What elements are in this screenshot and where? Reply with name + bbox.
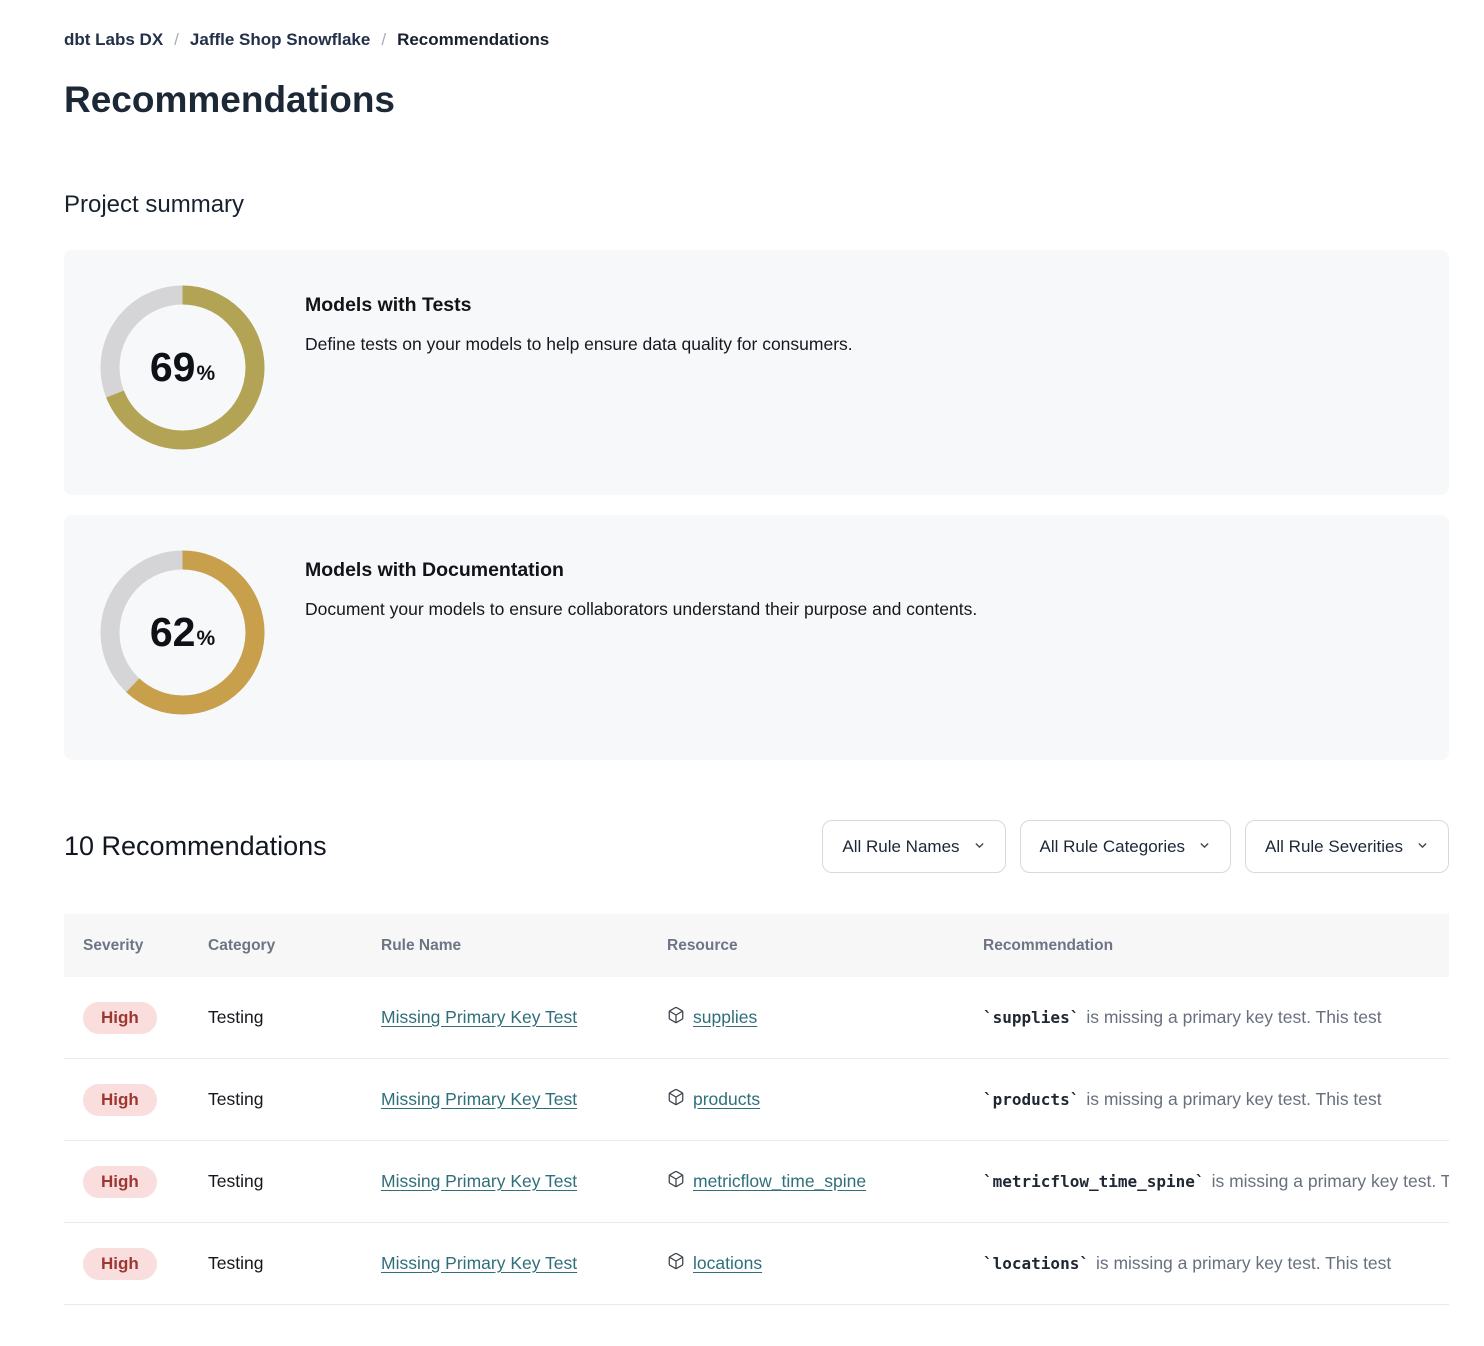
recommendations-table: Severity Category Rule Name Resource Rec… — [64, 914, 1449, 1305]
donut-percent-value: 62 — [150, 612, 196, 653]
column-header-rule-name: Rule Name — [381, 937, 667, 955]
severity-badge: High — [83, 1166, 157, 1198]
breadcrumb-separator: / — [381, 30, 386, 50]
category-cell: Testing — [208, 1007, 381, 1028]
filter-rule-severities-dropdown[interactable]: All Rule Severities — [1245, 820, 1449, 873]
breadcrumb-item-project[interactable]: dbt Labs DX — [64, 30, 163, 50]
card-title: Models with Documentation — [305, 559, 977, 582]
recommendation-cell: `locations` is missing a primary key test… — [983, 1253, 1449, 1274]
severity-badge: High — [83, 1002, 157, 1034]
model-cube-icon — [667, 1252, 685, 1275]
rule-name-link[interactable]: Missing Primary Key Test — [381, 1171, 577, 1191]
chevron-down-icon — [1416, 837, 1429, 857]
severity-badge: High — [83, 1248, 157, 1280]
table-row: High Testing Missing Primary Key Test su… — [64, 977, 1449, 1059]
donut-percent-label: 69% — [100, 285, 265, 450]
category-cell: Testing — [208, 1171, 381, 1192]
breadcrumb-item-environment[interactable]: Jaffle Shop Snowflake — [190, 30, 370, 50]
card-text-block: Models with Tests Define tests on your m… — [305, 285, 853, 495]
summary-card-tests: 69% Models with Tests Define tests on yo… — [64, 250, 1449, 495]
recommendation-cell: `supplies` is missing a primary key test.… — [983, 1007, 1449, 1028]
page-content: dbt Labs DX / Jaffle Shop Snowflake / Re… — [64, 30, 1449, 1305]
recommendation-code: `supplies` — [983, 1008, 1079, 1027]
filter-label: All Rule Names — [842, 837, 959, 857]
recommendation-cell: `metricflow_time_spine` is missing a prim… — [983, 1171, 1449, 1192]
recommendation-code: `metricflow_time_spine` — [983, 1172, 1205, 1191]
card-title: Models with Tests — [305, 294, 853, 317]
recommendation-code: `products` — [983, 1090, 1079, 1109]
filter-rule-names-dropdown[interactable]: All Rule Names — [822, 820, 1005, 873]
project-summary-heading: Project summary — [64, 191, 1449, 219]
column-header-severity: Severity — [83, 937, 208, 955]
table-row: High Testing Missing Primary Key Test lo… — [64, 1223, 1449, 1305]
recommendation-text: is missing a primary key test. This test — [1212, 1171, 1449, 1191]
resource-link[interactable]: supplies — [693, 1007, 757, 1028]
category-cell: Testing — [208, 1253, 381, 1274]
donut-percent-sign: % — [196, 628, 215, 649]
column-header-resource: Resource — [667, 937, 983, 955]
category-cell: Testing — [208, 1089, 381, 1110]
recommendation-cell: `products` is missing a primary key test.… — [983, 1089, 1449, 1110]
breadcrumb-item-current: Recommendations — [397, 30, 549, 50]
recommendations-count-heading: 10 Recommendations — [64, 831, 327, 862]
model-cube-icon — [667, 1006, 685, 1029]
filter-group: All Rule Names All Rule Categories All R… — [822, 820, 1449, 873]
tests-donut-chart: 69% — [100, 285, 265, 450]
resource-link[interactable]: metricflow_time_spine — [693, 1171, 866, 1192]
recommendation-text: is missing a primary key test. This test — [1086, 1007, 1381, 1027]
breadcrumb: dbt Labs DX / Jaffle Shop Snowflake / Re… — [64, 30, 1449, 50]
model-cube-icon — [667, 1088, 685, 1111]
recommendations-header-row: 10 Recommendations All Rule Names All Ru… — [64, 820, 1449, 873]
rule-name-link[interactable]: Missing Primary Key Test — [381, 1089, 577, 1109]
column-header-category: Category — [208, 937, 381, 955]
summary-card-documentation: 62% Models with Documentation Document y… — [64, 515, 1449, 760]
filter-rule-categories-dropdown[interactable]: All Rule Categories — [1020, 820, 1232, 873]
filter-label: All Rule Severities — [1265, 837, 1403, 857]
breadcrumb-separator: / — [174, 30, 179, 50]
resource-link[interactable]: locations — [693, 1253, 762, 1274]
recommendation-text: is missing a primary key test. This test — [1096, 1253, 1391, 1273]
column-header-recommendation: Recommendation — [983, 937, 1449, 955]
card-text-block: Models with Documentation Document your … — [305, 550, 977, 760]
resource-link[interactable]: products — [693, 1089, 760, 1110]
recommendation-text: is missing a primary key test. This test — [1086, 1089, 1381, 1109]
model-cube-icon — [667, 1170, 685, 1193]
card-description: Document your models to ensure collabora… — [305, 598, 977, 622]
rule-name-link[interactable]: Missing Primary Key Test — [381, 1007, 577, 1027]
card-description: Define tests on your models to help ensu… — [305, 333, 853, 357]
donut-percent-label: 62% — [100, 550, 265, 715]
table-row: High Testing Missing Primary Key Test pr… — [64, 1059, 1449, 1141]
docs-donut-chart: 62% — [100, 550, 265, 715]
chevron-down-icon — [1198, 837, 1211, 857]
table-row: High Testing Missing Primary Key Test me… — [64, 1141, 1449, 1223]
rule-name-link[interactable]: Missing Primary Key Test — [381, 1253, 577, 1273]
page-title: Recommendations — [64, 79, 1449, 121]
filter-label: All Rule Categories — [1040, 837, 1186, 857]
severity-badge: High — [83, 1084, 157, 1116]
chevron-down-icon — [973, 837, 986, 857]
donut-percent-value: 69 — [150, 347, 196, 388]
donut-percent-sign: % — [196, 363, 215, 384]
recommendation-code: `locations` — [983, 1254, 1089, 1273]
table-header-row: Severity Category Rule Name Resource Rec… — [64, 914, 1449, 977]
